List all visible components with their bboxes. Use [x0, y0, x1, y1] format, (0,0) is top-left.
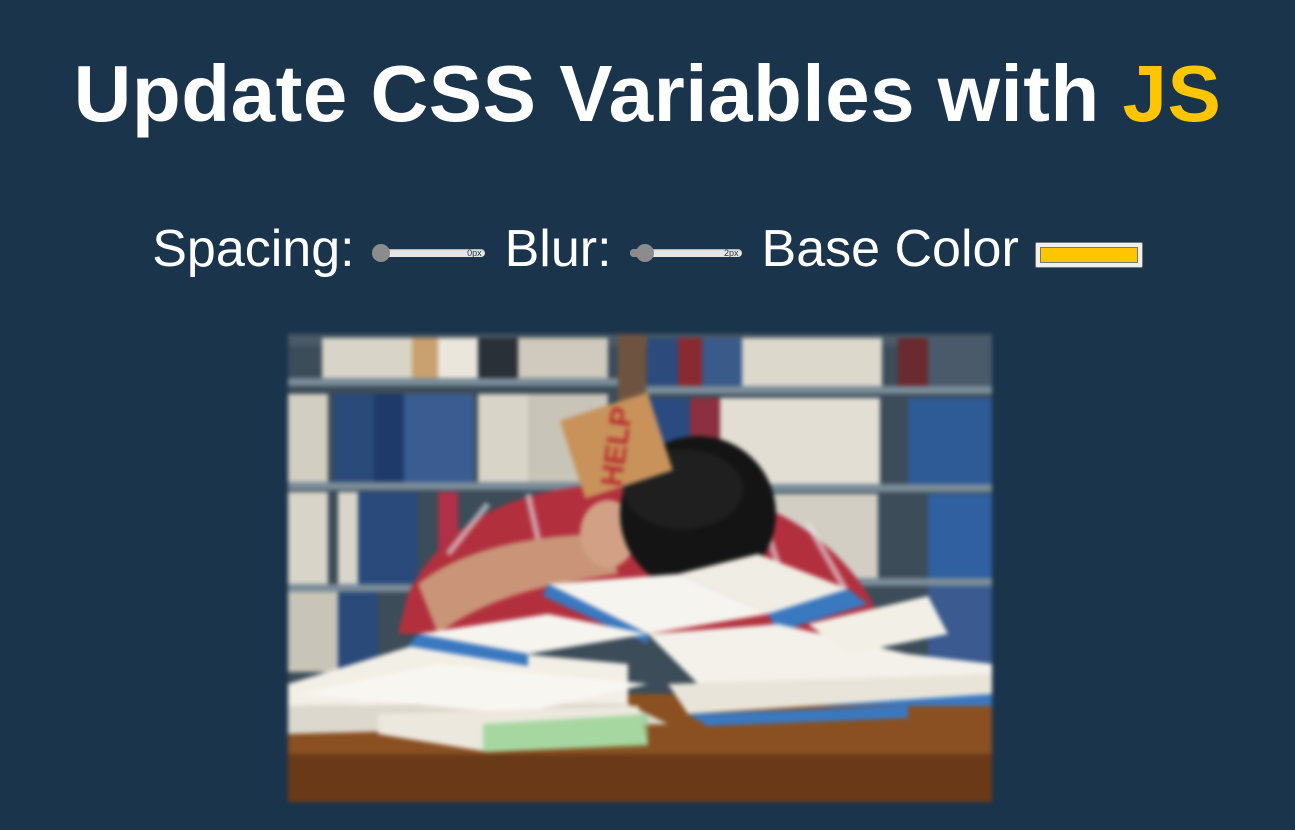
title-text: Update CSS Variables with	[73, 49, 1100, 138]
base-color-label: Base Color	[761, 220, 1019, 278]
page: Update CSS Variables with JS Spacing: 0p…	[0, 0, 1295, 830]
base-color-picker[interactable]	[1034, 242, 1143, 268]
controls-bar: Spacing: 0px Blur: 2px Base Color	[0, 214, 1295, 284]
page-title: Update CSS Variables with JS	[0, 48, 1295, 140]
title-highlight: JS	[1122, 49, 1222, 138]
spacing-slider-thumb[interactable]	[371, 244, 390, 262]
spacing-slider[interactable]: 0px	[371, 244, 485, 262]
spacing-label: Spacing:	[152, 220, 355, 278]
blur-slider[interactable]: 2px	[629, 244, 742, 262]
blur-value: 2px	[724, 248, 739, 258]
blur-slider-thumb[interactable]	[636, 244, 655, 262]
blur-label: Blur:	[504, 220, 612, 278]
spacing-value: 0px	[467, 248, 482, 258]
student-photo-illustration: HELP	[288, 334, 992, 802]
base-color-swatch	[1039, 247, 1138, 263]
student-photo: HELP	[288, 334, 992, 802]
